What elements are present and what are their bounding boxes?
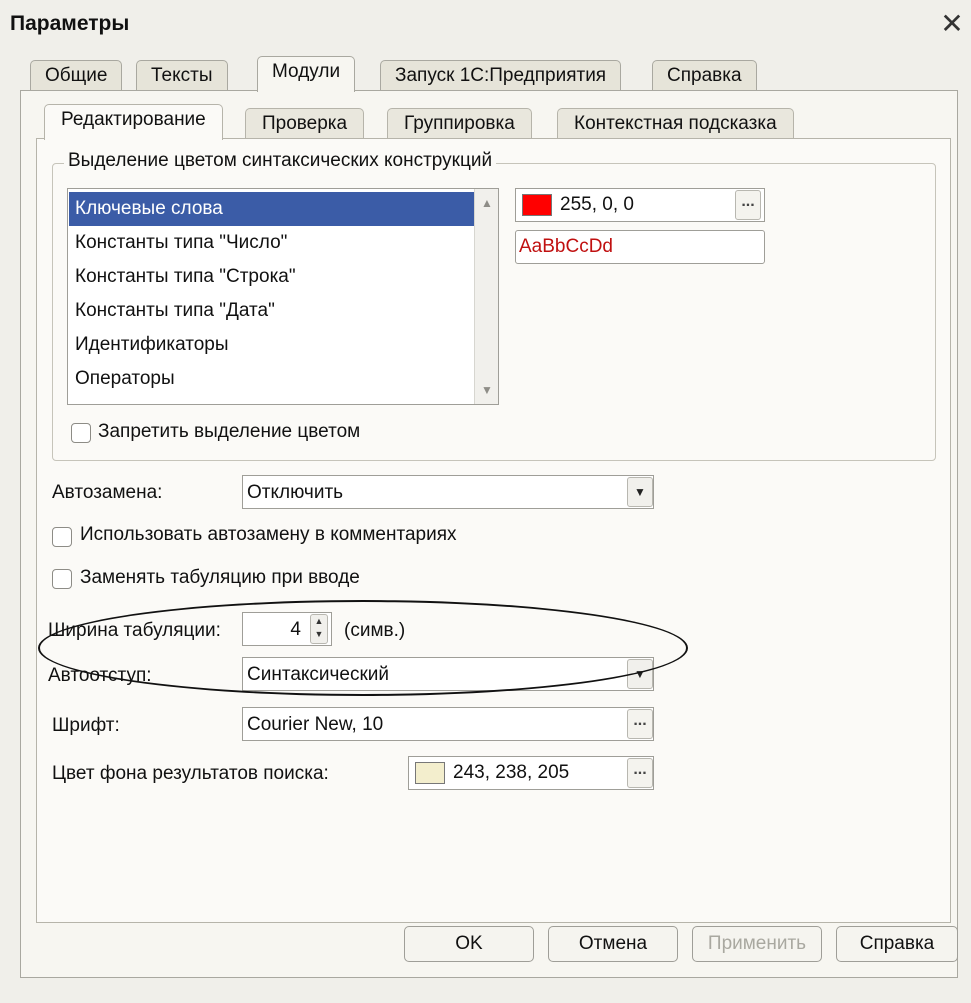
syntax-element-list[interactable]: Ключевые слова Константы типа "Число" Ко… <box>67 188 499 405</box>
chevron-down-icon[interactable]: ▼ <box>627 477 653 507</box>
tab-general[interactable]: Общие <box>30 60 123 92</box>
tab-context-hint[interactable]: Контекстная подсказка <box>557 108 794 140</box>
ok-button[interactable]: OK <box>404 926 534 962</box>
font-label: Шрифт: <box>52 715 120 736</box>
syntax-color-value: 255, 0, 0 <box>560 194 634 215</box>
tab-grouping[interactable]: Группировка <box>387 108 532 140</box>
window-title: Параметры <box>10 12 130 35</box>
list-item-identifiers[interactable]: Идентификаторы <box>69 328 479 362</box>
apply-button[interactable]: Применить <box>692 926 822 962</box>
font-value: Courier New, 10 <box>247 714 384 735</box>
tab-modules[interactable]: Модули <box>257 56 356 92</box>
search-bg-value: 243, 238, 205 <box>453 762 570 783</box>
search-bg-color-field[interactable]: 243, 238, 205 ... <box>408 756 654 790</box>
color-select-button[interactable]: ... <box>735 190 761 220</box>
disable-color-label: Запретить выделение цветом <box>98 421 361 442</box>
close-icon[interactable]: ✕ <box>936 8 968 40</box>
color-swatch <box>522 194 552 216</box>
parameters-dialog: Параметры ✕ Общие Тексты Модули Запуск 1… <box>0 0 971 1003</box>
tab-help[interactable]: Справка <box>652 60 757 92</box>
help-button[interactable]: Справка <box>836 926 958 962</box>
search-bg-label: Цвет фона результатов поиска: <box>52 763 329 784</box>
list-item-operators[interactable]: Операторы <box>69 362 479 396</box>
autoreplace-comments-label: Использовать автозамену в комментариях <box>80 524 457 545</box>
font-sample-text: AaBbCcDd <box>519 236 613 257</box>
autoreplace-comments-checkbox[interactable] <box>52 527 72 547</box>
tab-check[interactable]: Проверка <box>245 108 365 140</box>
font-sample-field: AaBbCcDd <box>515 230 765 264</box>
list-scrollbar[interactable]: ▲ ▼ <box>474 189 498 404</box>
list-item-string-constants[interactable]: Константы типа "Строка" <box>69 260 479 294</box>
scroll-up-icon[interactable]: ▲ <box>475 191 499 215</box>
list-item-date-constants[interactable]: Константы типа "Дата" <box>69 294 479 328</box>
tab-launch-1c[interactable]: Запуск 1С:Предприятия <box>380 60 622 92</box>
autoreplace-value: Отключить <box>247 482 344 503</box>
search-bg-select-button[interactable]: ... <box>627 758 653 788</box>
tab-editing[interactable]: Редактирование <box>44 104 223 140</box>
replace-tab-label: Заменять табуляцию при вводе <box>80 567 360 588</box>
autoreplace-label: Автозамена: <box>52 482 163 503</box>
scroll-down-icon[interactable]: ▼ <box>475 378 499 402</box>
syntax-highlight-legend: Выделение цветом синтаксических конструк… <box>64 150 497 172</box>
highlight-annotation <box>38 600 688 696</box>
autoreplace-select[interactable]: Отключить ▼ <box>242 475 654 509</box>
cancel-button[interactable]: Отмена <box>548 926 678 962</box>
list-item-number-constants[interactable]: Константы типа "Число" <box>69 226 479 260</box>
title-bar <box>0 0 971 50</box>
list-item-keywords[interactable]: Ключевые слова <box>69 192 479 226</box>
tab-texts[interactable]: Тексты <box>136 60 228 92</box>
disable-color-checkbox[interactable] <box>71 423 91 443</box>
replace-tab-checkbox[interactable] <box>52 569 72 589</box>
font-select-button[interactable]: ... <box>627 709 653 739</box>
search-bg-swatch <box>415 762 445 784</box>
font-field[interactable]: Courier New, 10 ... <box>242 707 654 741</box>
syntax-color-field[interactable]: 255, 0, 0 ... <box>515 188 765 222</box>
